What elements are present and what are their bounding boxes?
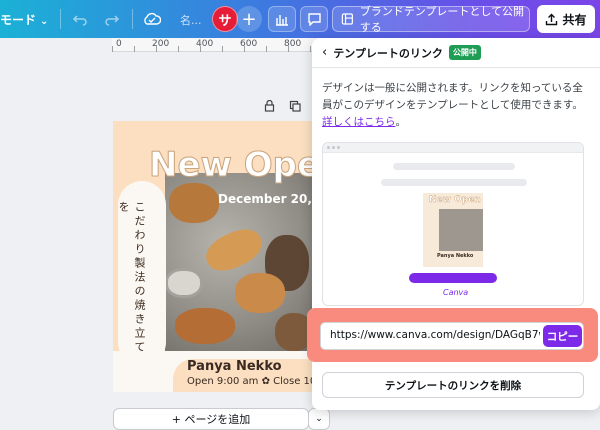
plus-icon: +	[241, 8, 257, 30]
mode-label: モード	[0, 13, 37, 27]
design-date[interactable]: December 20,2024	[218, 192, 313, 206]
add-page-button[interactable]: + ページを追加	[113, 408, 309, 430]
bar-chart-icon	[276, 15, 288, 26]
chevron-down-icon: ⌄	[40, 16, 49, 27]
preview-button	[409, 273, 497, 283]
panel-description: デザインは一般に公開されます。リンクを知っている全員がこのデザインをテンプレート…	[322, 82, 583, 128]
template-icon	[341, 13, 353, 25]
comment-icon	[307, 13, 321, 26]
publish-brand-template-label: ブランドテンプレートとして公開する	[359, 5, 525, 34]
template-url-text[interactable]: https://www.canva.com/design/DAGqB7w2bO	[330, 329, 540, 341]
ruler-tick-label: 200	[152, 39, 170, 49]
cloud-saved-icon[interactable]	[142, 9, 162, 29]
avatar[interactable]: サ	[212, 6, 238, 32]
top-toolbar: モード ⌄ 名... サ + ブランドテンプレートとして公開する 共有	[0, 0, 600, 38]
comments-button[interactable]	[300, 6, 328, 32]
share-button[interactable]: 共有	[537, 5, 595, 33]
chevron-down-icon[interactable]: ⌄	[308, 408, 330, 430]
design-title[interactable]: New Open	[148, 145, 313, 186]
ruler-tick-label: 400	[196, 39, 214, 49]
share-label: 共有	[562, 12, 587, 27]
lock-icon[interactable]	[264, 99, 275, 115]
copy-button[interactable]: コピー	[543, 325, 582, 347]
undo-icon[interactable]	[70, 9, 90, 29]
mode-menu[interactable]: モード ⌄	[0, 11, 48, 28]
back-arrow-icon[interactable]: ‹	[322, 45, 327, 60]
design-page[interactable]: New Open December 20,2024 こだわり製法の焼き立てパンを…	[113, 121, 313, 392]
preview-logo: Canva	[443, 288, 469, 297]
learn-more-link[interactable]: 詳しくはこちら	[322, 116, 396, 128]
insights-button[interactable]	[268, 6, 296, 32]
duplicate-icon[interactable]	[289, 100, 301, 115]
ruler-tick-label: 600	[240, 39, 258, 49]
toolbar-divider	[60, 9, 61, 29]
template-preview: New Open Panya Nekko Canva	[322, 142, 584, 306]
preview-shop: Panya Nekko	[437, 253, 474, 259]
panel-header: ‹ テンプレートのリンク 公開中	[312, 38, 600, 68]
ruler-tick-label: 0	[116, 39, 122, 49]
redo-icon[interactable]	[102, 9, 122, 29]
delete-template-link-button[interactable]: テンプレートのリンクを削除	[322, 372, 584, 398]
panel-title: テンプレートのリンク	[333, 46, 443, 60]
ruler-tick-label: 800	[284, 39, 302, 49]
status-badge: 公開中	[448, 45, 481, 60]
preview-title: New Open	[429, 195, 481, 205]
design-name[interactable]: 名...	[180, 12, 202, 28]
add-collaborator-button[interactable]: +	[236, 6, 262, 32]
preview-thumbnail: New Open Panya Nekko	[423, 193, 483, 267]
description-text: デザインは一般に公開されます。リンクを知っている全員がこのデザインをテンプレート…	[322, 82, 583, 111]
design-shop-name[interactable]: Panya Nekko	[187, 359, 282, 374]
horizontal-ruler: 0 200 400 600 800	[112, 38, 322, 52]
upload-icon	[546, 13, 558, 25]
design-hours[interactable]: Open 9:00 am ✿ Close 10:00 pm	[187, 376, 313, 387]
publish-brand-template-button[interactable]: ブランドテンプレートとして公開する	[332, 5, 530, 34]
toolbar-divider	[132, 9, 133, 29]
